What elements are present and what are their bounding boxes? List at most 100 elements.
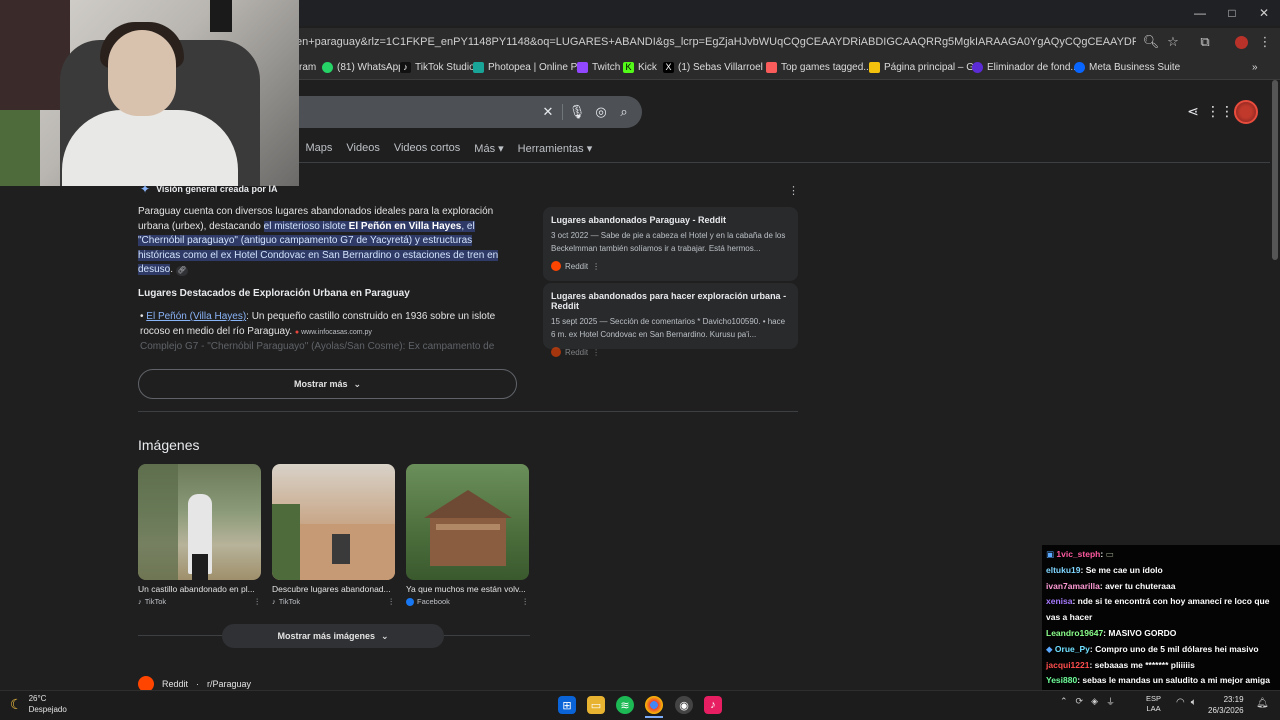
badge-icon: ◆: [1046, 643, 1053, 654]
bookmark-whatsapp[interactable]: (81) WhatsApp: [322, 58, 404, 76]
show-more-images-button[interactable]: Mostrar más imágenes ⌄: [222, 624, 444, 648]
image-result-3[interactable]: Ya que muchos me están volv... Facebook ⋮: [406, 464, 529, 606]
notification-bell-icon[interactable]: 🔔︎: [1256, 698, 1269, 709]
url-field[interactable]: en+paraguay&rlz=1C1FKPE_enPY1148PY1148&o…: [296, 31, 1136, 53]
search-tabs: s Maps Videos Videos cortos Más ▾ Herram…: [286, 142, 592, 158]
page-icon: [869, 61, 880, 73]
twitch-icon: [577, 61, 588, 73]
bookmark-meta[interactable]: Meta Business Suite: [1074, 58, 1180, 76]
more-options-icon[interactable]: ⋮: [592, 262, 600, 271]
more-options-icon[interactable]: ⋮: [254, 597, 262, 606]
bookmarks-overflow-icon[interactable]: »: [1252, 58, 1258, 76]
link-icon[interactable]: 🔗︎: [175, 266, 188, 276]
source-card-1[interactable]: Lugares abandonados Paraguay - Reddit 3 …: [543, 207, 798, 281]
search-divider: [562, 104, 563, 120]
speaker-icon[interactable]: 🔈︎: [1191, 697, 1197, 708]
ai-overview-bullet: • El Peñón (Villa Hayes): Un pequeño cas…: [140, 311, 496, 352]
chrome-icon[interactable]: [645, 696, 663, 714]
facebook-icon: [406, 597, 414, 606]
wifi-icon[interactable]: ◠: [1176, 697, 1185, 708]
apps-grid-icon[interactable]: ⋮⋮: [1206, 102, 1234, 120]
bookmark-twitch[interactable]: Twitch: [577, 58, 620, 76]
close-button[interactable]: ✕: [1248, 0, 1280, 26]
bookmark-pagina-principal[interactable]: Página principal – G...: [869, 58, 982, 76]
weather-widget[interactable]: ☾ 26°C Despejado: [10, 693, 67, 715]
more-options-icon[interactable]: ⋮: [522, 597, 530, 606]
kick-icon: K: [623, 61, 634, 73]
badge-icon: ▣: [1046, 549, 1055, 559]
avatar[interactable]: [1234, 100, 1258, 124]
image-result-2[interactable]: Descubre lugares abandonad... ♪ TikTok ⋮: [272, 464, 395, 606]
tiktok-icon: ♪: [272, 597, 276, 606]
language-indicator[interactable]: ESP LAA: [1146, 694, 1161, 714]
bookmark-eliminador[interactable]: Eliminador de fond...: [972, 58, 1079, 76]
microphone-icon[interactable]: 🎙︎: [569, 104, 586, 120]
image-result-1[interactable]: Un castillo abandonado en pl... ♪ TikTok ⋮: [138, 464, 261, 606]
tabs-divider: [130, 162, 1270, 163]
moon-icon: ☾: [10, 695, 23, 712]
meta-icon: [1074, 61, 1085, 73]
tab-maps[interactable]: Maps: [306, 142, 333, 158]
chat-message: Leandro19647: MASIVO GORDO: [1046, 627, 1177, 638]
file-explorer-icon[interactable]: ▭: [587, 696, 605, 714]
clock[interactable]: 23:19 26/3/2026: [1208, 694, 1244, 716]
more-options-icon[interactable]: ⋮: [388, 597, 396, 606]
itch-icon: [766, 61, 777, 73]
tab-tools[interactable]: Herramientas ▾: [518, 142, 593, 158]
more-options-icon[interactable]: ⋮: [592, 348, 600, 357]
extensions-icon[interactable]: ⧉: [1196, 33, 1214, 51]
system-tray: ⌃ ⟳ ◈ ⏚: [1060, 695, 1115, 708]
bookmark-tiktok-studio[interactable]: ♪ TikTok Studio: [400, 58, 475, 76]
tab-more[interactable]: Más ▾: [474, 142, 503, 158]
source-card-2[interactable]: Lugares abandonados para hacer exploraci…: [543, 283, 798, 357]
tab-videos-cortos[interactable]: Videos cortos: [394, 142, 460, 158]
bookmark-instagram[interactable]: ram: [299, 58, 316, 76]
usb-icon[interactable]: ⏚: [1106, 695, 1115, 708]
photoroom-icon: [972, 61, 983, 73]
window-controls: — □ ✕: [1184, 0, 1280, 26]
whatsapp-icon: [322, 61, 333, 73]
ai-overview-title: Visión general creada por IA: [156, 184, 278, 194]
sparkle-icon: ✦: [140, 182, 151, 196]
ai-overview-subheading: Lugares Destacados de Exploración Urbana…: [138, 288, 410, 299]
chat-message: xenisa: nde si te encontrá con hoy amane…: [1046, 596, 1270, 623]
chat-message: ▣ 1vic_steph: ▭: [1046, 549, 1114, 559]
ai-overview-menu-icon[interactable]: ⋮: [788, 184, 799, 197]
chat-message: eltuku19: Se me cae un ídolo: [1046, 564, 1163, 575]
zoom-icon[interactable]: 🔍︎: [1142, 33, 1160, 51]
el-penon-link[interactable]: El Peñón (Villa Hayes): [146, 311, 246, 322]
bookmark-photopea[interactable]: Photopea | Online P...: [473, 58, 584, 76]
lens-icon[interactable]: ◎: [593, 104, 609, 120]
clear-search-icon[interactable]: ✕: [540, 104, 556, 120]
profile-icon[interactable]: [1232, 33, 1250, 51]
share-icon[interactable]: ⋖: [1184, 102, 1202, 120]
bookmark-star-icon[interactable]: ☆: [1164, 33, 1182, 51]
chevron-down-icon: ⌄: [381, 630, 389, 641]
network-app-icon[interactable]: ◈: [1091, 696, 1098, 707]
chrome-menu-icon[interactable]: ⋮: [1256, 33, 1274, 51]
spotify-icon[interactable]: ≋: [616, 696, 634, 714]
minimize-button[interactable]: —: [1184, 0, 1216, 26]
obs-icon[interactable]: ◉: [675, 696, 693, 714]
show-more-button[interactable]: Mostrar más ⌄: [138, 369, 517, 399]
chat-message: ivan7amarilla: aver tu chuteraaa: [1046, 580, 1176, 591]
infocasas-source-chip[interactable]: ● www.infocasas.com.py: [295, 329, 372, 336]
bookmark-kick[interactable]: K Kick: [623, 58, 657, 76]
start-button[interactable]: ⊞: [558, 696, 576, 714]
faded-bullet-text: Complejo G7 - "Chernóbil Paraguayo" (Ayo…: [140, 341, 495, 352]
tiktok-live-icon[interactable]: ♪: [704, 696, 722, 714]
bookmark-itch[interactable]: Top games tagged...: [766, 58, 872, 76]
chevron-up-icon[interactable]: ⌃: [1060, 696, 1068, 707]
ai-overview-label: ✦ Visión general creada por IA: [140, 182, 277, 196]
tiktok-icon: ♪: [138, 597, 142, 606]
page-scrollbar[interactable]: [1272, 80, 1278, 260]
tab-videos[interactable]: Videos: [346, 142, 379, 158]
tiktok-icon: ♪: [400, 61, 411, 73]
chat-message: jacqui1221: sebaaas me ******* pliiiiis: [1046, 659, 1195, 670]
bookmark-x[interactable]: X (1) Sebas Villarroel :...: [663, 58, 777, 76]
maximize-button[interactable]: □: [1216, 0, 1248, 26]
reddit-icon: [551, 261, 561, 271]
ai-overview-paragraph: Paraguay cuenta con diversos lugares aba…: [138, 206, 499, 276]
search-icon[interactable]: ⌕: [616, 104, 632, 120]
sync-icon[interactable]: ⟳: [1076, 696, 1084, 707]
